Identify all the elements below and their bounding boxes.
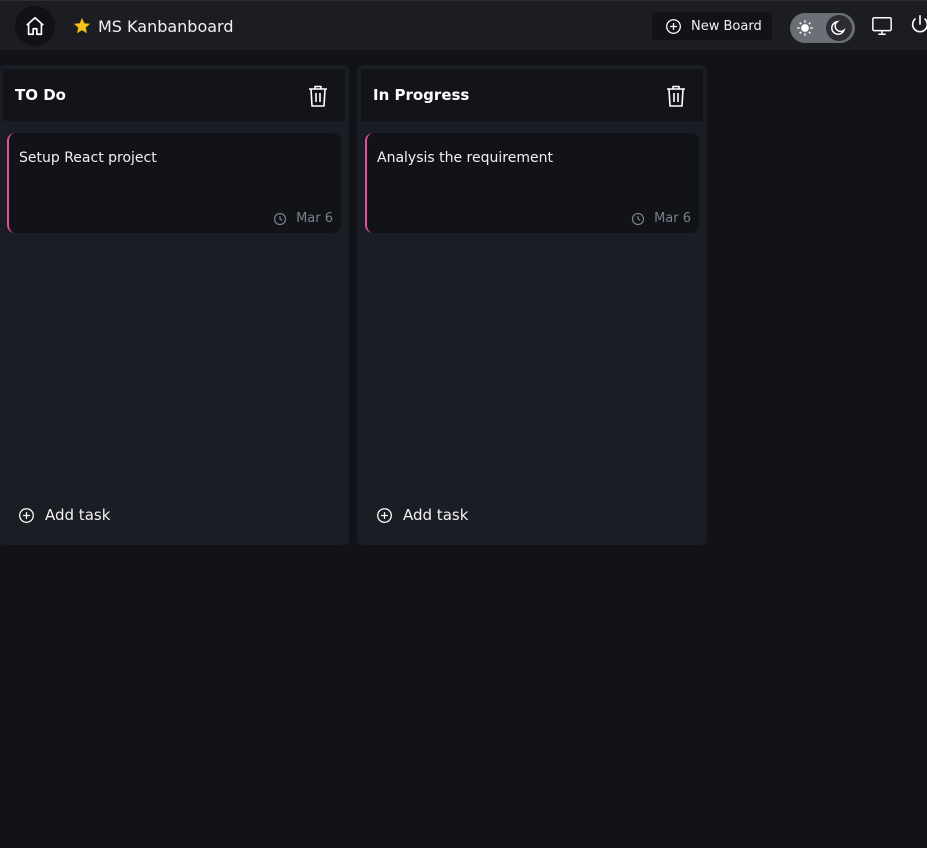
new-board-button[interactable]: New Board: [652, 12, 772, 40]
trash-icon[interactable]: [665, 84, 687, 108]
home-icon: [26, 16, 44, 36]
power-button[interactable]: [909, 14, 927, 40]
clock-icon: [631, 212, 645, 225]
task-card[interactable]: Analysis the requirement Mar 6: [365, 133, 699, 233]
task-card[interactable]: Setup React project Mar 6: [7, 133, 341, 233]
theme-toggle[interactable]: [790, 13, 855, 43]
task-title: Setup React project: [19, 150, 157, 166]
monitor-icon: [872, 17, 892, 35]
moon-icon: [831, 20, 846, 35]
column-title: TO Do: [15, 86, 66, 104]
column-header: TO Do: [3, 69, 345, 121]
column-header: In Progress: [361, 69, 703, 121]
task-title: Analysis the requirement: [377, 150, 553, 166]
board-name: MS Kanbanboard: [98, 16, 234, 36]
star-icon[interactable]: [73, 17, 91, 35]
add-task-label: Add task: [45, 506, 111, 524]
clock-icon: [273, 212, 287, 225]
task-date: Mar 6: [631, 211, 691, 226]
top-bar: MS Kanbanboard New Board: [0, 0, 927, 50]
sun-icon: [797, 20, 813, 36]
task-date-label: Mar 6: [296, 211, 333, 226]
plus-circle-icon: [377, 507, 392, 523]
task-date-label: Mar 6: [654, 211, 691, 226]
add-task-label: Add task: [403, 506, 469, 524]
column-in-progress: In Progress Analysis the requirement Mar…: [357, 65, 707, 545]
column-title: In Progress: [373, 86, 470, 104]
trash-icon[interactable]: [307, 84, 329, 108]
monitor-button[interactable]: [871, 15, 893, 41]
plus-circle-icon: [666, 18, 681, 34]
new-board-label: New Board: [691, 18, 762, 34]
power-icon: [911, 15, 927, 33]
board-title: MS Kanbanboard: [73, 15, 234, 37]
add-task-button[interactable]: Add task: [376, 506, 468, 524]
home-button[interactable]: [15, 6, 55, 46]
column-todo: TO Do Setup React project Mar 6 Add task: [0, 65, 349, 545]
task-date: Mar 6: [273, 211, 333, 226]
plus-circle-icon: [19, 507, 34, 523]
theme-toggle-knob[interactable]: [826, 15, 852, 41]
add-task-button[interactable]: Add task: [18, 506, 110, 524]
